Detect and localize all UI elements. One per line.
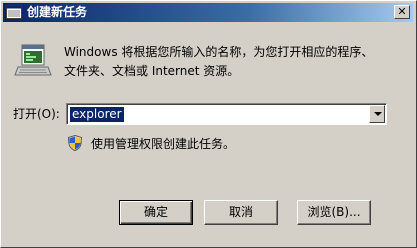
- open-input[interactable]: explorer: [70, 107, 124, 122]
- ok-button[interactable]: 确定: [119, 200, 193, 225]
- run-icon: [6, 5, 22, 19]
- window-title: 创建新任务: [27, 5, 88, 19]
- dropdown-arrow-button[interactable]: [369, 105, 385, 123]
- run-program-icon: [14, 44, 52, 76]
- uac-shield-icon: [68, 135, 82, 151]
- create-new-task-dialog: 创建新任务 ✕ Windows 将根据您所输入的名称，为您打开相应的程序、 文件…: [0, 0, 417, 248]
- dialog-description: Windows 将根据您所输入的名称，为您打开相应的程序、 文件夹、文档或 In…: [64, 43, 394, 81]
- browse-button[interactable]: 浏览(B)...: [297, 200, 371, 225]
- close-button[interactable]: ✕: [394, 5, 410, 19]
- open-label: 打开(O):: [13, 107, 60, 121]
- title-bar[interactable]: 创建新任务 ✕: [3, 3, 413, 22]
- admin-privileges-note: 使用管理权限创建此任务。: [91, 137, 236, 151]
- description-line-1: Windows 将根据您所输入的名称，为您打开相应的程序、: [64, 45, 374, 59]
- description-line-2: 文件夹、文档或 Internet 资源。: [64, 64, 240, 78]
- open-combobox[interactable]: explorer: [66, 103, 387, 125]
- cancel-button[interactable]: 取消: [204, 200, 278, 225]
